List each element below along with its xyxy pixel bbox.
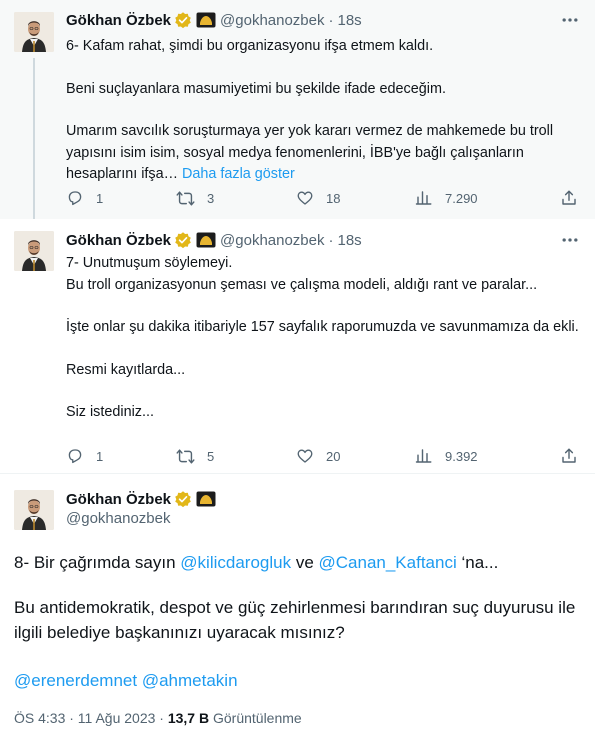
tweet-paragraph: 6- Kafam rahat, şimdi bu organizasyonu i… xyxy=(66,38,434,54)
tweet-text-line: 8- Bir çağrımda sayın @kilicdarogluk ve … xyxy=(14,550,581,575)
tweet-paragraph: Beni suçlayanlara masumiyetimi bu şekild… xyxy=(66,80,446,97)
affiliation-badge-icon[interactable] xyxy=(196,491,216,507)
retweet-icon xyxy=(176,447,195,466)
reply-count: 1 xyxy=(96,190,104,206)
affiliation-badge-icon[interactable] xyxy=(196,232,216,248)
avatar[interactable] xyxy=(14,231,54,271)
tweet-text: 6- Kafam rahat, şimdi bu organizasyonu i… xyxy=(66,36,581,186)
mention-link[interactable]: @kilicdarogluk xyxy=(180,553,291,572)
tweet-header: Gökhan Özbek xyxy=(66,489,216,509)
author-name[interactable]: Gökhan Özbek xyxy=(66,232,171,249)
views-icon xyxy=(415,447,433,465)
mention-link[interactable]: @Canan_Kaftanci xyxy=(319,553,457,572)
like-button[interactable]: 20 xyxy=(296,446,340,466)
share-icon xyxy=(560,447,578,465)
separator-dot: · xyxy=(328,11,334,29)
author-handle[interactable]: @gokhanozbek xyxy=(220,12,324,29)
tweet-text-connector: ve xyxy=(291,553,319,572)
mention-link[interactable]: @erenerdemnet xyxy=(14,671,137,690)
like-count: 18 xyxy=(326,190,341,206)
reply-icon xyxy=(66,447,84,465)
views-icon xyxy=(415,189,433,207)
retweet-button[interactable]: 3 xyxy=(176,188,214,208)
retweet-count: 5 xyxy=(207,448,215,464)
tweet-paragraph: İşte onlar şu dakika itibariyle 157 sayf… xyxy=(66,319,579,335)
tweet-mentions: @erenerdemnet @ahmetakin xyxy=(14,668,581,693)
tweet-text: 7- Unutmuşum söylemeyi. Bu troll organiz… xyxy=(66,253,581,424)
tweet-paragraph: Siz istediniz... xyxy=(66,404,154,420)
separator-dot: · xyxy=(328,231,334,249)
reply-button[interactable]: 1 xyxy=(66,446,103,466)
views-button[interactable]: 9.392 xyxy=(415,446,478,466)
verified-icon xyxy=(174,231,192,249)
tweet-header: Gökhan Özbek @gokhanozbek · 18s xyxy=(66,10,362,30)
avatar[interactable] xyxy=(14,490,54,530)
more-icon[interactable] xyxy=(559,9,581,31)
views-count: 9.392 xyxy=(445,448,478,464)
tweet-header: Gökhan Özbek @gokhanozbek · 18s xyxy=(66,230,362,250)
author-handle[interactable]: @gokhanozbek xyxy=(220,232,324,249)
tweet-actions: 1 5 20 9.392 xyxy=(66,446,581,466)
share-button[interactable] xyxy=(560,446,578,466)
like-button[interactable]: 18 xyxy=(296,188,340,208)
views-total: 13,7 B xyxy=(167,710,210,726)
views-count: 7.290 xyxy=(445,190,478,206)
tweet-timestamp[interactable]: ÖS 4:33 · 11 Ağu 2023 · xyxy=(14,710,168,726)
views-label: Görüntülenme xyxy=(209,710,302,726)
author-name[interactable]: Gökhan Özbek xyxy=(66,12,171,29)
mention-link[interactable]: @ahmetakin xyxy=(142,671,238,690)
retweet-button[interactable]: 5 xyxy=(176,446,214,466)
avatar[interactable] xyxy=(14,12,54,52)
tweet-7[interactable]: Gökhan Özbek @gokhanozbek · 18s 7- Unutm… xyxy=(0,219,595,474)
tweet-paragraph: 7- Unutmuşum söylemeyi. Bu troll organiz… xyxy=(66,255,538,293)
tweet-time[interactable]: 18s xyxy=(338,12,362,29)
tweet-actions: 1 3 18 7.290 xyxy=(66,188,581,208)
like-icon xyxy=(296,189,314,207)
reply-count: 1 xyxy=(96,448,104,464)
show-more-link[interactable]: Daha fazla göster xyxy=(182,166,295,182)
like-icon xyxy=(296,447,314,465)
tweet-paragraph: Umarım savcılık soruşturmaya yer yok kar… xyxy=(66,121,581,186)
tweet-text-prefix: 8- Bir çağrımda sayın xyxy=(14,553,181,572)
tweet-paragraph: Bu antidemokratik, despot ve güç zehirle… xyxy=(14,598,576,642)
tweet-6[interactable]: Gökhan Özbek @gokhanozbek · 18s 6- Kafam… xyxy=(0,0,595,219)
more-icon[interactable] xyxy=(559,229,581,251)
reply-icon xyxy=(66,189,84,207)
tweet-time[interactable]: 18s xyxy=(338,232,362,249)
views-button[interactable]: 7.290 xyxy=(415,188,478,208)
tweet-8-focused[interactable]: Gökhan Özbek @gokhanozbek 8- Bir çağrımd… xyxy=(0,474,595,741)
author-handle[interactable]: @gokhanozbek xyxy=(66,510,170,527)
tweet-paragraph-text: Umarım savcılık soruşturmaya yer yok kar… xyxy=(66,123,558,182)
retweet-icon xyxy=(176,189,195,208)
affiliation-badge-icon[interactable] xyxy=(196,12,216,28)
author-name[interactable]: Gökhan Özbek xyxy=(66,491,171,508)
tweet-meta: ÖS 4:33 · 11 Ağu 2023 · 13,7 B Görüntüle… xyxy=(14,710,302,726)
share-button[interactable] xyxy=(560,188,578,208)
share-icon xyxy=(560,189,578,207)
thread-line xyxy=(33,58,35,219)
verified-icon xyxy=(174,11,192,29)
verified-icon xyxy=(174,490,192,508)
tweet-paragraph: Resmi kayıtlarda... xyxy=(66,361,186,378)
retweet-count: 3 xyxy=(207,190,215,206)
like-count: 20 xyxy=(326,448,341,464)
tweet-text-suffix: ‘na... xyxy=(456,553,499,572)
reply-button[interactable]: 1 xyxy=(66,188,103,208)
